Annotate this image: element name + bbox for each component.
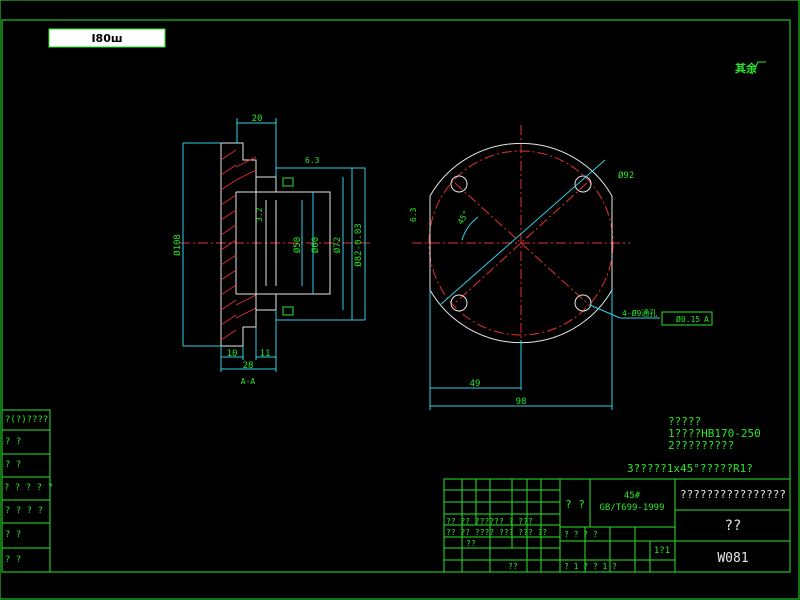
tb-row-d: ?? xyxy=(508,562,518,571)
strip-label-5: ? ? ? ? xyxy=(5,506,43,516)
outer-border xyxy=(0,0,800,600)
dim-angle: 45° xyxy=(456,209,471,226)
dim-bottom-left: 10 xyxy=(227,349,238,359)
tb-qmark: ? ? xyxy=(565,498,585,511)
tb-standard: GB/T699-1999 xyxy=(599,503,664,513)
tb-material: 45# xyxy=(624,491,641,501)
strip-label-2: ? ? xyxy=(5,437,21,447)
holes-leader xyxy=(589,304,621,319)
dim-dia-82: Ø82-0.03 xyxy=(353,223,364,266)
section-hatching xyxy=(220,149,257,341)
tolerance-frame-bottom xyxy=(282,306,294,316)
dim-pos-tol: Ø0.15 xyxy=(676,314,700,324)
roughness-label-a: 6.3 xyxy=(305,156,320,165)
tb-row-a: ?? ?? ?????? ? ??? xyxy=(446,517,533,526)
drawing-frame xyxy=(1,19,791,573)
tb-row-e: ? ? ? ? xyxy=(564,530,598,539)
bolt-hole-br xyxy=(574,294,592,312)
tolerance-frame-top xyxy=(282,177,294,187)
tb-drawing-no: W081 xyxy=(717,551,748,566)
strip-label-6: ? ? xyxy=(5,530,21,540)
drawing-canvas: I80ш 其余 20 10 11 28 Ø108 Ø50 Ø60 Ø72 Ø82… xyxy=(0,0,800,600)
dim-outer-diameter: Ø108 xyxy=(172,234,183,256)
title-box-text: I80ш xyxy=(91,32,122,45)
strip-label-3: ? ? xyxy=(5,460,21,470)
dim-dia-60: Ø60 xyxy=(310,237,321,253)
bolt-hole-bl xyxy=(450,294,468,312)
section-label: A-A xyxy=(241,377,256,386)
dim-bottom-right: 11 xyxy=(260,349,271,359)
tb-row-b: ?? ?? ???? ??? ??? ?? xyxy=(446,528,547,537)
tb-drawing-title: ???????????????? xyxy=(680,488,786,501)
dim-49: 49 xyxy=(470,379,481,389)
roughness-front: 6.3 xyxy=(409,207,418,222)
tb-row-f: ? 1 ? ? 1 ? xyxy=(564,562,617,571)
strip-label-1: ?(?)???? xyxy=(5,415,48,425)
dim-holes: 4-Ø9通孔 xyxy=(622,308,657,318)
roughness-label-b: 3.2 xyxy=(255,207,264,222)
notes-line-2: 2????????? xyxy=(668,439,734,452)
tb-part-name: ?? xyxy=(725,518,742,534)
dim-datum: A xyxy=(704,315,709,324)
dim-top: 20 xyxy=(252,114,263,124)
dim-d92: Ø92 xyxy=(618,170,634,181)
strip-label-7: ? ? xyxy=(5,555,21,565)
tb-scale: 1?1 xyxy=(654,546,670,556)
dim-dia-72: Ø72 xyxy=(332,237,343,253)
bolt-hole-tl xyxy=(450,175,468,193)
notes-line-3: 3?????1x45°?????R1? xyxy=(627,462,753,475)
dim-overall: 28 xyxy=(243,361,254,371)
tb-row-c: ?? xyxy=(466,539,476,548)
section-view: 20 10 11 28 Ø108 Ø50 Ø60 Ø72 Ø82-0.03 6.… xyxy=(172,114,370,386)
dim-dia-50: Ø50 xyxy=(292,237,303,253)
front-view xyxy=(412,125,660,410)
strip-label-4: ? ? ? ? ? xyxy=(4,483,53,493)
dim-98: 98 xyxy=(516,397,527,407)
